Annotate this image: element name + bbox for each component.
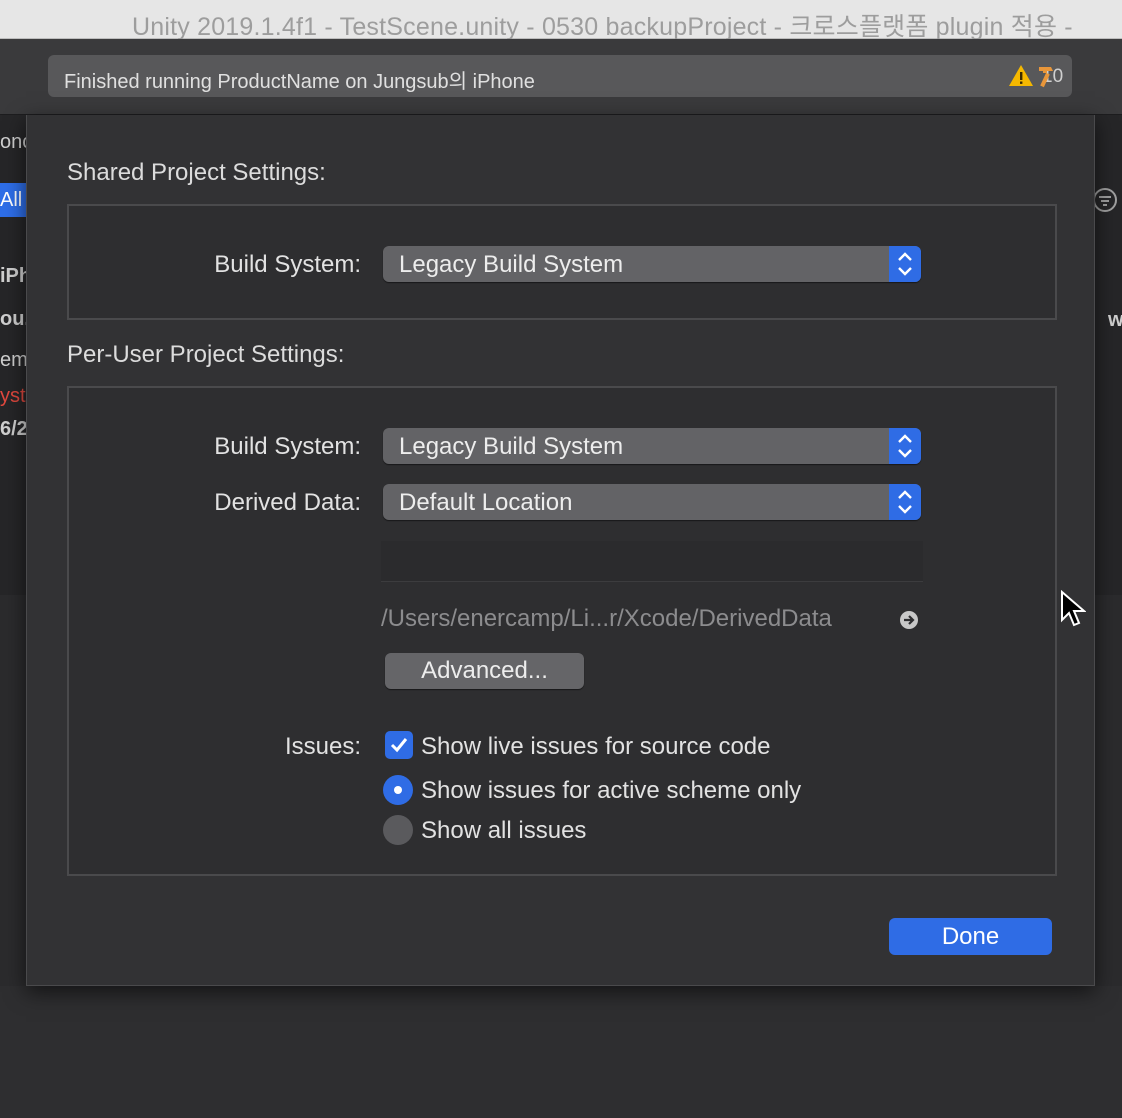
filter-icon[interactable] — [1092, 187, 1118, 213]
toolbar: Finished running ProductName on Jungsub의… — [0, 39, 1122, 115]
derived-data-popup[interactable]: Default Location — [383, 484, 921, 520]
active-scheme-label[interactable]: Show issues for active scheme only — [421, 777, 801, 805]
derived-data-label: Derived Data: — [214, 489, 361, 516]
window-title: Unity 2019.1.4f1 - TestScene.unity - 053… — [132, 13, 1073, 41]
active-scheme-radio[interactable] — [383, 775, 413, 805]
live-issues-label[interactable]: Show live issues for source code — [421, 733, 771, 761]
popup-arrows-icon — [889, 246, 921, 282]
activity-message: Finished running ProductName on Jungsub의… — [64, 71, 535, 93]
shared-settings-group: Build System: Legacy Build System — [67, 204, 1057, 320]
shared-build-system-value: Legacy Build System — [399, 251, 624, 278]
peruser-settings-group: Build System: Legacy Build System Derive… — [67, 386, 1057, 876]
activity-view[interactable]: Finished running ProductName on Jungsub의… — [48, 55, 1072, 97]
advanced-button[interactable]: Advanced... — [385, 653, 584, 689]
derived-data-custom-path-field[interactable] — [381, 541, 923, 582]
build-hammer-icon — [1039, 67, 1053, 88]
issues-label: Issues: — [284, 733, 361, 760]
background-fragment: w — [1108, 309, 1122, 331]
background-editor-right: w — [1092, 115, 1122, 595]
done-button[interactable]: Done — [889, 918, 1052, 955]
peruser-settings-title: Per-User Project Settings: — [67, 341, 345, 368]
peruser-build-system-popup[interactable]: Legacy Build System — [383, 428, 921, 464]
background-fragment: 6/2 — [0, 418, 28, 440]
shared-build-system-label: Build System: — [214, 251, 361, 278]
shared-settings-title: Shared Project Settings: — [67, 159, 326, 186]
warning-icon[interactable] — [1008, 63, 1034, 89]
live-issues-checkbox[interactable] — [385, 731, 413, 759]
derived-data-path: /Users/enercamp/Li...r/Xcode/DerivedData — [381, 605, 832, 632]
checkmark-icon — [390, 738, 408, 753]
background-all-tab[interactable]: All — [0, 183, 28, 217]
derived-data-value: Default Location — [399, 489, 573, 516]
peruser-build-system-value: Legacy Build System — [399, 433, 624, 460]
shared-build-system-popup[interactable]: Legacy Build System — [383, 246, 921, 282]
background-fragment: yst — [0, 385, 26, 407]
popup-arrows-icon — [889, 428, 921, 464]
reveal-in-finder-icon[interactable] — [899, 610, 919, 630]
mouse-cursor-icon — [1061, 590, 1086, 627]
background-editor-bottom — [0, 986, 1122, 1118]
popup-arrows-icon — [889, 484, 921, 520]
project-settings-sheet: Shared Project Settings: Build System: L… — [26, 115, 1095, 986]
window-title-bar: Unity 2019.1.4f1 - TestScene.unity - 053… — [0, 0, 1122, 41]
all-issues-label[interactable]: Show all issues — [421, 817, 586, 845]
peruser-build-system-label: Build System: — [214, 433, 361, 460]
background-fragment: em — [0, 349, 28, 371]
all-issues-radio[interactable] — [383, 815, 413, 845]
